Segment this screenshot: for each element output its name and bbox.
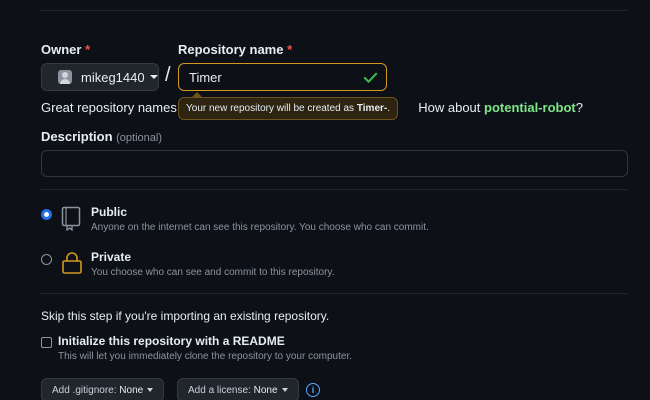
lock-icon bbox=[62, 252, 82, 274]
description-label: Description (optional) bbox=[41, 129, 162, 144]
chevron-down-icon bbox=[281, 388, 288, 392]
description-input[interactable] bbox=[41, 150, 628, 177]
private-title: Private bbox=[91, 250, 132, 264]
owner-dropdown[interactable]: mikeg1440 bbox=[41, 63, 159, 91]
repo-name-label: Repository name * bbox=[178, 42, 293, 57]
readme-checkbox[interactable] bbox=[41, 337, 52, 348]
gitignore-prefix: Add .gitignore: bbox=[52, 384, 117, 396]
readme-subtitle: This will let you immediately clone the … bbox=[58, 351, 353, 362]
top-divider bbox=[40, 10, 628, 11]
repo-name-tooltip: Your new repository will be created as T… bbox=[178, 92, 399, 120]
avatar bbox=[58, 70, 72, 84]
readme-label[interactable]: Initialize this repository with a README bbox=[58, 334, 285, 348]
private-subtitle: You choose who can see and commit to thi… bbox=[91, 267, 335, 278]
repo-name-input[interactable]: Timer bbox=[178, 63, 387, 91]
owner-repo-separator: / bbox=[165, 64, 171, 86]
owner-value: mikeg1440 bbox=[81, 69, 145, 85]
gitignore-value: None bbox=[119, 384, 144, 396]
public-title: Public bbox=[91, 205, 128, 219]
public-radio[interactable] bbox=[41, 209, 52, 220]
repo-book-icon bbox=[61, 206, 81, 231]
chevron-down-icon bbox=[149, 75, 158, 79]
section-divider bbox=[40, 189, 628, 190]
public-subtitle: Anyone on the internet can see this repo… bbox=[91, 222, 429, 233]
repo-name-value: Timer bbox=[189, 69, 222, 85]
owner-label: Owner * bbox=[41, 42, 91, 57]
license-value: None bbox=[253, 384, 278, 396]
check-icon bbox=[363, 72, 378, 83]
skip-text: Skip this step if you're importing an ex… bbox=[41, 309, 330, 323]
info-icon[interactable]: i bbox=[306, 383, 320, 397]
gitignore-dropdown[interactable]: Add .gitignore: None bbox=[41, 378, 165, 400]
suggested-name-link[interactable]: potential-robot bbox=[484, 100, 576, 115]
section-divider bbox=[40, 293, 628, 294]
chevron-down-icon bbox=[147, 388, 154, 392]
tooltip-repo-name: Timer- bbox=[356, 103, 388, 114]
license-dropdown[interactable]: Add a license: None bbox=[177, 378, 299, 400]
private-radio[interactable] bbox=[41, 254, 52, 265]
license-prefix: Add a license: bbox=[188, 384, 251, 396]
